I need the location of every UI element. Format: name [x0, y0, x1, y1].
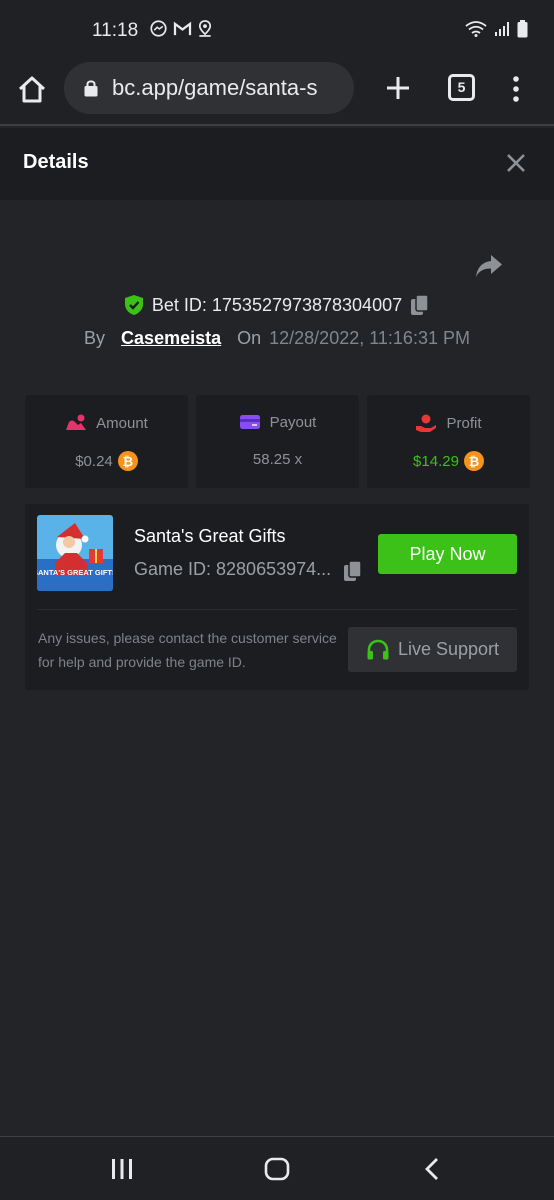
payout-card-icon — [239, 415, 260, 429]
payout-label: Payout — [269, 413, 317, 431]
payout-value: 58.25 x — [252, 451, 303, 468]
amount-label: Amount — [96, 414, 148, 432]
gmail-icon — [173, 21, 192, 36]
game-thumbnail[interactable]: SANTA'S GREAT GIFTS — [37, 515, 113, 591]
verified-shield-icon — [124, 295, 143, 315]
amount-icon — [66, 414, 87, 430]
payout-card: Payout 58.25 x — [196, 395, 359, 488]
messenger-icon — [150, 20, 167, 37]
live-support-button[interactable]: Live Support — [348, 627, 517, 672]
live-support-label: Live Support — [397, 639, 500, 659]
home-nav-icon[interactable] — [264, 1157, 290, 1181]
amount-card: Amount $0.24 ₿ — [25, 395, 188, 488]
modal-title: Details — [23, 151, 89, 173]
home-icon[interactable] — [16, 74, 48, 106]
game-id: Game ID: 8280653974... — [134, 559, 332, 579]
bitcoin-icon: ₿ — [463, 451, 484, 471]
tab-switcher-button[interactable]: 5 — [448, 74, 475, 101]
game-card: SANTA'S GREAT GIFTS Santa's Great Gifts … — [25, 504, 529, 690]
recents-icon[interactable] — [110, 1157, 134, 1181]
support-note: Any issues, please contact the customer … — [38, 630, 337, 670]
thumb-title: SANTA'S GREAT GIFTS — [37, 568, 113, 577]
address-bar[interactable]: bc.app/game/santa-s — [64, 62, 354, 114]
system-nav-bar — [0, 1136, 554, 1200]
divider — [37, 609, 517, 610]
game-name: Santa's Great Gifts — [134, 526, 286, 546]
headset-icon — [367, 639, 389, 659]
status-bar: 11:18 — [0, 0, 554, 62]
new-tab-icon[interactable] — [383, 73, 413, 103]
amount-value: $0.24 — [75, 452, 113, 470]
play-now-button[interactable]: Play Now — [378, 534, 517, 574]
bet-date: 12/28/2022, 11:16:31 PM — [269, 327, 470, 348]
bettor-row: By Casemeista On 12/28/2022, 11:16:31 PM — [0, 325, 554, 351]
wifi-icon — [465, 21, 487, 37]
notification-icons — [150, 20, 212, 37]
profit-card: Profit $14.29 ₿ — [367, 395, 530, 488]
profit-label: Profit — [446, 414, 482, 432]
url-text: bc.app/game/santa-s — [112, 75, 318, 100]
copy-icon[interactable] — [410, 294, 430, 316]
modal-header: Details — [0, 128, 554, 200]
copy-icon[interactable] — [343, 560, 363, 582]
by-label: By — [84, 327, 106, 348]
battery-icon — [517, 20, 528, 38]
signal-icon — [495, 22, 509, 36]
bet-id: Bet ID: 1753527973878304007 — [151, 294, 403, 315]
system-icons — [465, 20, 528, 38]
lock-icon — [84, 80, 98, 97]
profit-value: $14.29 — [413, 452, 459, 470]
status-time: 11:18 — [92, 20, 139, 41]
back-icon[interactable] — [422, 1157, 442, 1181]
browser-toolbar: bc.app/game/santa-s 5 — [0, 62, 554, 126]
username-link[interactable]: Casemeista — [121, 328, 221, 349]
bet-id-row: Bet ID: 1753527973878304007 — [0, 292, 554, 318]
profit-icon — [416, 414, 437, 432]
on-label: On — [237, 327, 262, 348]
close-icon[interactable] — [505, 152, 527, 174]
share-icon[interactable] — [474, 252, 504, 280]
location-icon — [198, 20, 212, 37]
bitcoin-icon: ₿ — [117, 451, 138, 471]
more-menu-icon[interactable] — [508, 74, 524, 104]
